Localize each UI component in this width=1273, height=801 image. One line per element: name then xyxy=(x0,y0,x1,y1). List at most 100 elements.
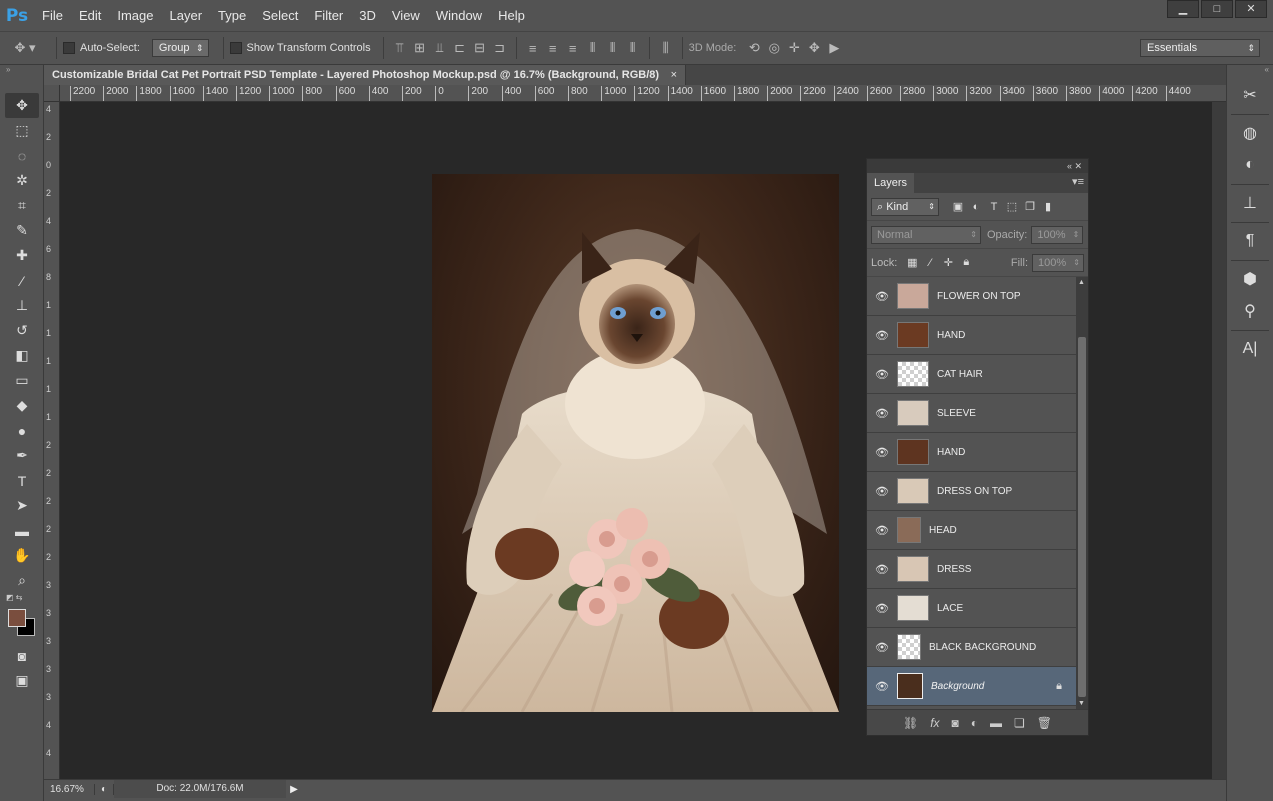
visibility-eye-icon[interactable]: 👁︎ xyxy=(867,329,897,342)
menu-view[interactable]: View xyxy=(384,0,428,31)
vertical-ruler[interactable]: 4 2 0 2 4 6 8 1 1 1 1 1 2 2 2 2 2 3 3 3 3 3 4 4 xyxy=(44,102,60,779)
magic-wand-tool-icon[interactable]: ✲ xyxy=(5,168,39,193)
lock-all-icon[interactable]: 🔒︎ xyxy=(957,256,975,269)
workspace-dropdown[interactable]: Essentials xyxy=(1140,39,1260,57)
distribute-bottom-icon[interactable]: ≡ xyxy=(563,41,583,56)
marquee-tool-icon[interactable]: ⬚ xyxy=(5,118,39,143)
align-left-icon[interactable]: ⊏ xyxy=(450,40,470,56)
add-mask-icon[interactable]: ◙ xyxy=(952,716,959,730)
visibility-eye-icon[interactable]: 👁︎ xyxy=(867,680,897,693)
history-brush-tool-icon[interactable]: ↺ xyxy=(5,318,39,343)
distribute-right-icon[interactable]: ⦀ xyxy=(623,40,643,56)
new-group-icon[interactable]: ▬ xyxy=(990,716,1002,730)
distribute-middle-icon[interactable]: ≡ xyxy=(543,41,563,56)
color-panel-icon[interactable]: ◍ xyxy=(1235,119,1265,147)
pen-tool-icon[interactable]: ✒ xyxy=(5,443,39,468)
3d-panel-icon[interactable]: ⬢ xyxy=(1235,265,1265,293)
lock-transparent-icon[interactable]: ▦ xyxy=(903,256,921,269)
scroll-down-icon[interactable]: ▼ xyxy=(1078,700,1085,707)
screen-mode-icon[interactable]: ▣ xyxy=(5,668,39,693)
filter-pixel-icon[interactable]: ▣ xyxy=(949,200,967,213)
zoom-level[interactable]: 16.67% xyxy=(44,784,94,795)
eyedropper-tool-icon[interactable]: ✎ xyxy=(5,218,39,243)
healing-brush-tool-icon[interactable]: ✚ xyxy=(5,243,39,268)
cat-bride-portrait[interactable] xyxy=(432,174,839,712)
menu-select[interactable]: Select xyxy=(254,0,306,31)
show-transform-checkbox[interactable] xyxy=(229,42,242,54)
layer-row[interactable]: 👁︎ SLEEVE xyxy=(867,394,1076,433)
layer-row[interactable]: 👁︎ HAND xyxy=(867,433,1076,472)
crop-tool-icon[interactable]: ⌗ xyxy=(5,193,39,218)
filter-shape-icon[interactable]: ⬚ xyxy=(1003,200,1021,213)
menu-file[interactable]: File xyxy=(34,0,71,31)
menu-help[interactable]: Help xyxy=(490,0,533,31)
panel-collapse-icon[interactable]: » xyxy=(0,65,43,75)
opacity-input[interactable]: 100% xyxy=(1031,225,1084,244)
new-layer-icon[interactable]: ❏ xyxy=(1014,716,1025,730)
align-top-icon[interactable]: ⫪ xyxy=(390,40,410,56)
close-tab-icon[interactable]: × xyxy=(671,65,677,85)
align-center-icon[interactable]: ⊟ xyxy=(470,40,490,56)
visibility-eye-icon[interactable]: 👁︎ xyxy=(867,368,897,381)
layer-row[interactable]: 👁︎ BLACK BACKGROUND xyxy=(867,628,1076,667)
layers-tab[interactable]: Layers xyxy=(867,173,915,193)
visibility-eye-icon[interactable]: 👁︎ xyxy=(867,485,897,498)
menu-3d[interactable]: 3D xyxy=(351,0,384,31)
menu-window[interactable]: Window xyxy=(428,0,490,31)
canvas-vertical-scrollbar[interactable] xyxy=(1212,102,1226,779)
filter-adjustment-icon[interactable]: ◐ xyxy=(967,201,985,213)
path-selection-tool-icon[interactable]: ➤ xyxy=(5,493,39,518)
auto-select-dropdown[interactable]: Group xyxy=(151,39,209,57)
quick-mask-icon[interactable]: ◙ xyxy=(5,643,39,668)
visibility-eye-icon[interactable]: 👁︎ xyxy=(867,563,897,576)
lock-position-icon[interactable]: ✛ xyxy=(939,256,957,269)
layer-row-selected[interactable]: 👁︎ Background 🔒︎ xyxy=(867,667,1076,706)
3d-rotate-icon[interactable]: ⟲ xyxy=(744,40,764,56)
link-layers-icon[interactable]: ⛓ xyxy=(903,716,918,730)
layer-row[interactable]: 👁︎ DRESS ON TOP xyxy=(867,472,1076,511)
scroll-up-icon[interactable]: ▲ xyxy=(1078,279,1085,286)
visibility-eye-icon[interactable]: 👁︎ xyxy=(867,446,897,459)
3d-roll-icon[interactable]: ◎ xyxy=(764,40,784,56)
distribute-center-icon[interactable]: ⦀ xyxy=(603,40,623,56)
filter-smart-object-icon[interactable]: ❐ xyxy=(1021,200,1039,213)
visibility-eye-icon[interactable]: 👁︎ xyxy=(867,290,897,303)
menu-type[interactable]: Type xyxy=(210,0,254,31)
gradient-tool-icon[interactable]: ▭ xyxy=(5,368,39,393)
3d-pan-icon[interactable]: ✛ xyxy=(784,40,804,56)
visibility-eye-icon[interactable]: 👁︎ xyxy=(867,524,897,537)
lasso-tool-icon[interactable]: ◌ xyxy=(5,143,39,168)
shape-tool-icon[interactable]: ▬ xyxy=(5,518,39,543)
layer-row[interactable]: 👁︎ LACE xyxy=(867,589,1076,628)
filter-toggle-icon[interactable]: ▮ xyxy=(1039,200,1057,213)
layer-row[interactable]: 👁︎ HAND xyxy=(867,316,1076,355)
brush-presets-icon[interactable]: ⚲ xyxy=(1235,297,1265,325)
auto-select-checkbox[interactable] xyxy=(63,42,75,54)
distribute-top-icon[interactable]: ≡ xyxy=(523,41,543,56)
move-tool-preset-icon[interactable]: ✥ ▾ xyxy=(0,40,50,56)
status-menu-arrow-icon[interactable]: ▶ xyxy=(286,784,302,795)
default-colors-icon[interactable]: ◩ ⇆ xyxy=(6,593,22,602)
maximize-button[interactable]: □ xyxy=(1201,0,1233,18)
delete-layer-icon[interactable]: 🗑︎ xyxy=(1037,716,1052,730)
layer-row[interactable]: 👁︎ DRESS xyxy=(867,550,1076,589)
layer-row[interactable]: 👁︎ CAT HAIR xyxy=(867,355,1076,394)
ruler-origin[interactable] xyxy=(44,85,60,102)
close-button[interactable]: ✕ xyxy=(1235,0,1267,18)
menu-edit[interactable]: Edit xyxy=(71,0,109,31)
brush-tool-icon[interactable]: ⁄ xyxy=(5,268,39,293)
lock-pixels-icon[interactable]: ⁄ xyxy=(921,257,939,269)
visibility-eye-icon[interactable]: 👁︎ xyxy=(867,641,897,654)
minimize-button[interactable]: ▁ xyxy=(1167,0,1199,18)
dodge-tool-icon[interactable]: ● xyxy=(5,418,39,443)
horizontal-ruler[interactable]: 2200 2000 1800 1600 1400 1200 1000 800 600 400 200… xyxy=(60,85,1226,102)
auto-align-icon[interactable]: ⫼ xyxy=(656,40,676,56)
3d-slide-icon[interactable]: ✥ xyxy=(804,40,824,56)
foreground-color-swatch[interactable] xyxy=(8,609,26,627)
document-tab[interactable]: Customizable Bridal Cat Pet Portrait PSD… xyxy=(44,65,687,85)
adjustments-panel-icon[interactable]: ◐ xyxy=(1235,151,1265,179)
filter-type-icon[interactable]: T xyxy=(985,201,1003,213)
distribute-left-icon[interactable]: ⦀ xyxy=(583,40,603,56)
align-bottom-icon[interactable]: ⫫ xyxy=(430,40,450,56)
type-tool-icon[interactable]: T xyxy=(5,468,39,493)
